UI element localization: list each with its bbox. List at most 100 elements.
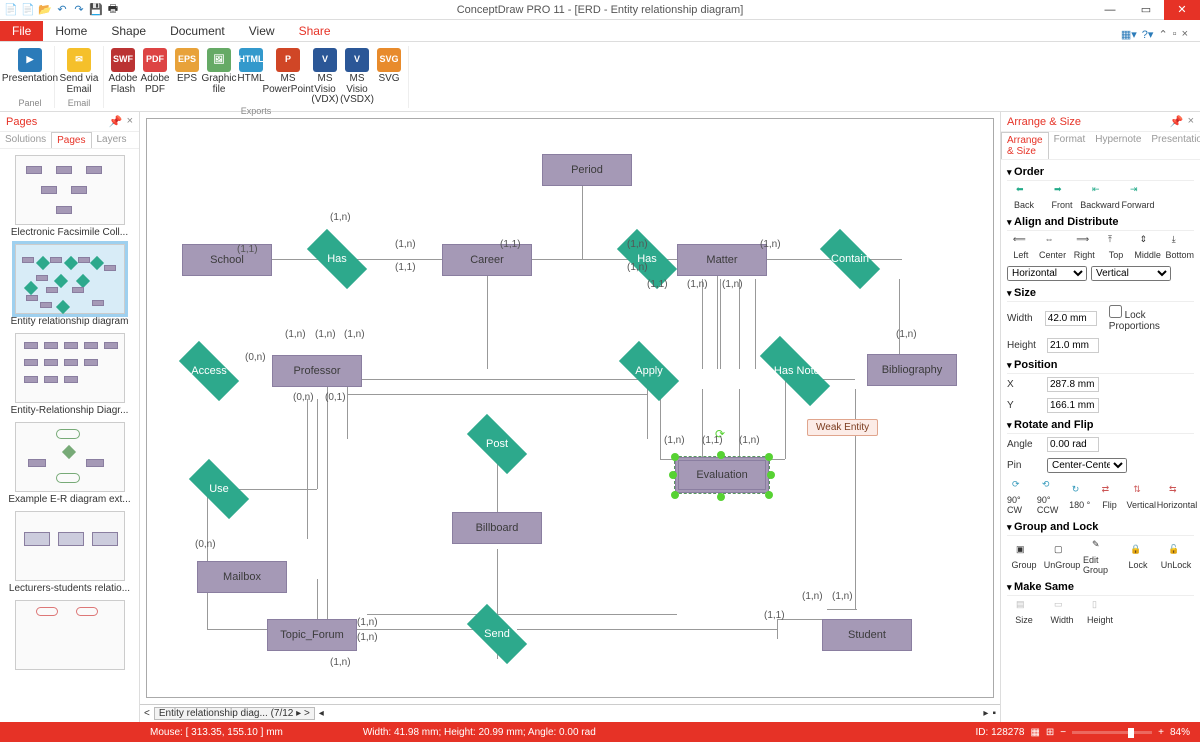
align-right[interactable]: ⟹Right	[1070, 234, 1098, 260]
pos-y-input[interactable]	[1047, 398, 1099, 413]
scroll-right-icon[interactable]: ▸	[983, 708, 988, 719]
tab-share[interactable]: Share	[287, 21, 343, 41]
pin-icon[interactable]: 📌	[109, 115, 123, 128]
visio-vdx-button[interactable]: VMS Visio (VDX)	[310, 46, 340, 106]
close-panel-icon[interactable]: ×	[1188, 115, 1194, 128]
zoom-out-icon[interactable]: −	[1060, 727, 1066, 738]
flash-button[interactable]: SWFAdobe Flash	[108, 46, 138, 106]
tab-file[interactable]: File	[0, 21, 43, 41]
library-icon[interactable]: ▦▾	[1121, 28, 1137, 41]
rel-send[interactable]: Send	[457, 614, 537, 654]
zoom-in-icon[interactable]: +	[1158, 727, 1164, 738]
rtab-pres[interactable]: Presentation	[1146, 132, 1200, 159]
drawing-canvas[interactable]: School Career Period Matter Bibliography…	[146, 118, 994, 698]
subtab-layers[interactable]: Layers	[92, 132, 132, 148]
lock-button[interactable]: 🔒Lock	[1121, 544, 1155, 570]
new-icon[interactable]: 📄	[21, 3, 35, 17]
order-backward[interactable]: ⇤Backward	[1083, 184, 1117, 210]
rtab-format[interactable]: Format	[1049, 132, 1091, 159]
same-width[interactable]: ▭Width	[1045, 599, 1079, 625]
angle-input[interactable]	[1047, 437, 1099, 452]
thumb-5[interactable]	[6, 600, 133, 670]
entity-student[interactable]: Student	[822, 619, 912, 651]
presentation-button[interactable]: ▶Presentation	[10, 46, 50, 85]
thumb-4[interactable]: Lecturers-students relatio...	[6, 511, 133, 594]
eps-button[interactable]: EPSEPS	[172, 46, 202, 106]
document-tab[interactable]: Entity relationship diag... (7/12 ▸ >	[154, 707, 315, 720]
subtab-solutions[interactable]: Solutions	[0, 132, 51, 148]
group-button[interactable]: ▣Group	[1007, 544, 1041, 570]
order-forward[interactable]: ⇥Forward	[1121, 184, 1155, 210]
entity-evaluation[interactable]: Evaluation	[675, 457, 769, 493]
flip-horizontal[interactable]: ⇆Horizontal	[1160, 484, 1194, 510]
maximize-button[interactable]: ▭	[1128, 0, 1164, 20]
subtab-pages[interactable]: Pages	[51, 132, 91, 148]
section-position[interactable]: Position	[1007, 356, 1194, 374]
ppt-button[interactable]: PMS PowerPoint	[268, 46, 308, 106]
scroll-end-icon[interactable]: ▪	[992, 708, 996, 719]
entity-school[interactable]: School	[182, 244, 272, 276]
tab-home[interactable]: Home	[43, 21, 99, 41]
grid-icon[interactable]: ⊞	[1046, 727, 1054, 738]
rel-post[interactable]: Post	[457, 424, 537, 464]
order-back[interactable]: ⬅Back	[1007, 184, 1041, 210]
align-bottom[interactable]: ⤓Bottom	[1166, 234, 1195, 260]
same-size[interactable]: ▤Size	[1007, 599, 1041, 625]
win-close-icon[interactable]: ×	[1182, 28, 1188, 41]
unlock-button[interactable]: 🔓UnLock	[1159, 544, 1193, 570]
rel-apply[interactable]: Apply	[609, 351, 689, 391]
tab-view[interactable]: View	[237, 21, 287, 41]
align-center[interactable]: ⇔Center	[1039, 234, 1067, 260]
lock-proportions-checkbox[interactable]	[1109, 305, 1122, 318]
thumb-1[interactable]: Entity relationship diagram	[6, 244, 133, 327]
redo-icon[interactable]: ↷	[72, 3, 86, 17]
minimize-button[interactable]: —	[1092, 0, 1128, 20]
win-min-icon[interactable]: ⌃	[1158, 28, 1167, 41]
zoom-slider[interactable]	[1072, 731, 1152, 734]
send-email-button[interactable]: ✉Send via Email	[59, 46, 99, 95]
entity-matter[interactable]: Matter	[677, 244, 767, 276]
section-order[interactable]: Order	[1007, 163, 1194, 181]
close-button[interactable]: ✕	[1164, 0, 1200, 20]
tab-document[interactable]: Document	[158, 21, 237, 41]
tab-prev-icon[interactable]: <	[144, 708, 150, 719]
pin-icon[interactable]: 📌	[1170, 115, 1184, 128]
rotate-cw[interactable]: ⟳90° CW	[1007, 479, 1033, 515]
entity-professor[interactable]: Professor	[272, 355, 362, 387]
order-front[interactable]: ➡Front	[1045, 184, 1079, 210]
rotate-180[interactable]: ↻180 °	[1067, 484, 1093, 510]
entity-period[interactable]: Period	[542, 154, 632, 186]
win-restore-icon[interactable]: ▫	[1173, 28, 1177, 41]
rotate-ccw[interactable]: ⟲90° CCW	[1037, 479, 1063, 515]
entity-topic[interactable]: Topic_Forum	[267, 619, 357, 651]
entity-billboard[interactable]: Billboard	[452, 512, 542, 544]
rel-notes[interactable]: It Has Notes	[745, 351, 845, 391]
same-height[interactable]: ▯Height	[1083, 599, 1117, 625]
help-icon[interactable]: ?▾	[1142, 28, 1154, 41]
open-icon[interactable]: 📂	[38, 3, 52, 17]
marquee-icon[interactable]: ▦	[1030, 727, 1039, 738]
rtab-arrange[interactable]: Arrange & Size	[1001, 132, 1049, 159]
svg-button[interactable]: SVGSVG	[374, 46, 404, 106]
entity-mailbox[interactable]: Mailbox	[197, 561, 287, 593]
visio-vsdx-button[interactable]: VMS Visio (VSDX)	[342, 46, 372, 106]
distribute-horizontal[interactable]: Horizontal	[1007, 266, 1087, 281]
rel-use[interactable]: Use	[179, 469, 259, 509]
pos-x-input[interactable]	[1047, 377, 1099, 392]
scroll-left-icon[interactable]: ◂	[319, 708, 324, 719]
graphic-button[interactable]: 🖼Graphic file	[204, 46, 234, 106]
pdf-button[interactable]: PDFAdobe PDF	[140, 46, 170, 106]
size-height-input[interactable]	[1047, 338, 1099, 353]
align-middle[interactable]: ⇕Middle	[1134, 234, 1162, 260]
section-size[interactable]: Size	[1007, 284, 1194, 302]
size-width-input[interactable]	[1045, 311, 1097, 326]
rel-access[interactable]: Access	[169, 351, 249, 391]
flip-vertical[interactable]: ⇅Vertical	[1127, 484, 1157, 510]
undo-icon[interactable]: ↶	[55, 3, 69, 17]
section-rotate[interactable]: Rotate and Flip	[1007, 416, 1194, 434]
save-icon[interactable]: 💾	[89, 3, 103, 17]
rel-has1[interactable]: Has	[297, 239, 377, 279]
flip[interactable]: ⇄Flip	[1097, 484, 1123, 510]
align-top[interactable]: ⤒Top	[1102, 234, 1130, 260]
align-left[interactable]: ⟸Left	[1007, 234, 1035, 260]
